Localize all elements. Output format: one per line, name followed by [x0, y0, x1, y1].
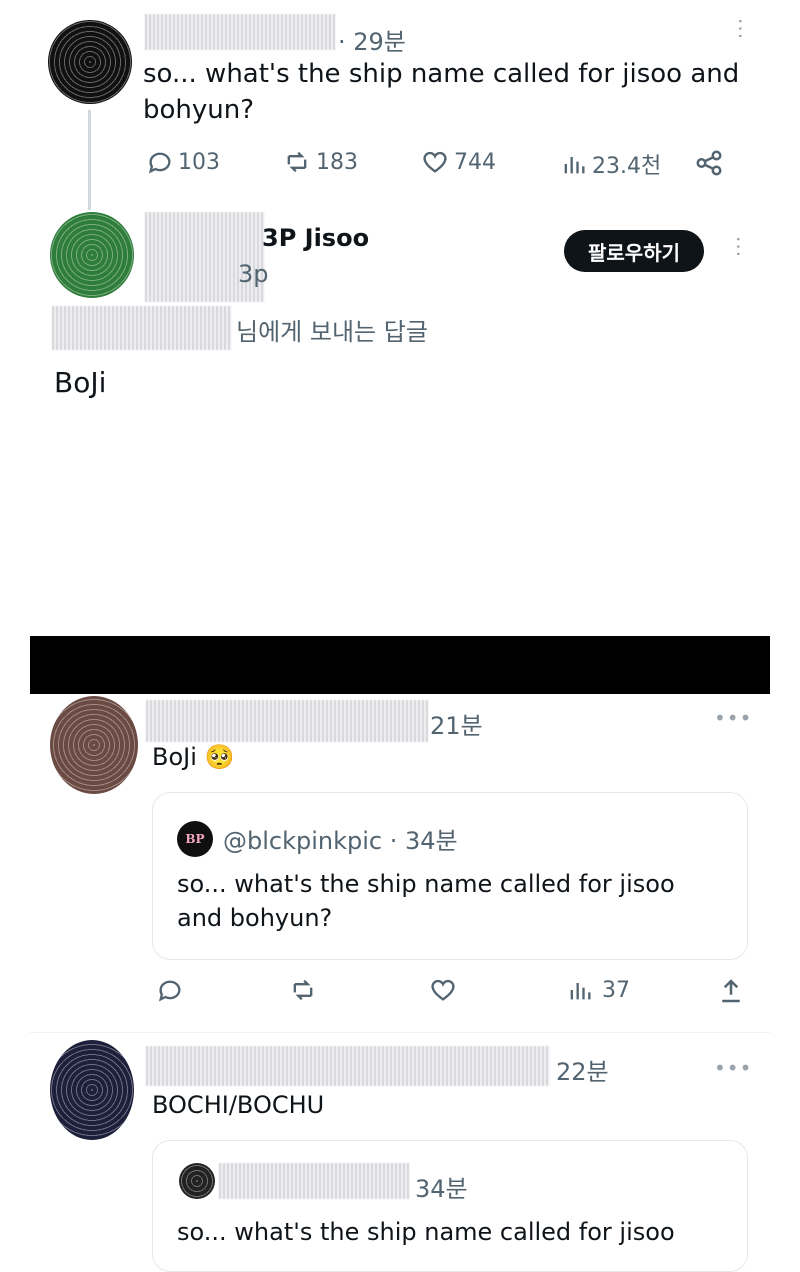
views-action[interactable]: 23.4천	[560, 148, 661, 180]
views-icon	[570, 983, 591, 1000]
quoted-time: 34분	[415, 1175, 468, 1203]
avatar[interactable]	[48, 20, 132, 104]
username-blurred	[219, 1163, 409, 1199]
retweet-action[interactable]	[288, 976, 318, 1004]
share-action[interactable]	[716, 976, 746, 1006]
views-icon	[564, 157, 585, 174]
retweet-action[interactable]: 183	[282, 148, 358, 176]
avatar[interactable]	[50, 696, 138, 794]
tweet-time: 22분	[556, 1058, 609, 1086]
thread-line	[88, 110, 91, 210]
more-options-icon[interactable]: •••	[714, 1056, 752, 1080]
follow-button[interactable]: 팔로우하기	[564, 230, 704, 272]
quoted-text: so... what's the ship name called for ji…	[177, 870, 675, 932]
tweet-text: so... what's the ship name called for ji…	[143, 59, 740, 125]
like-action[interactable]: 744	[420, 148, 496, 176]
redaction-bar	[30, 636, 770, 694]
more-options-icon[interactable]: ···	[728, 18, 752, 40]
views-count: 23.4천	[592, 154, 662, 179]
tweet-text: BoJi 🥺	[152, 743, 235, 771]
avatar[interactable]	[50, 212, 134, 298]
reply-target-blurred	[52, 306, 232, 350]
quoted-text: so... what's the ship name called for ji…	[177, 1218, 675, 1246]
tweet-divider	[30, 1032, 770, 1033]
quoted-tweet-card[interactable]: BP @blckpinkpic · 34분 so... what's the s…	[152, 792, 748, 960]
like-action[interactable]	[428, 976, 458, 1004]
reply-count: 103	[178, 149, 220, 175]
more-options-icon[interactable]: ···	[726, 236, 750, 258]
views-action[interactable]: 37	[566, 976, 630, 1004]
reply-icon	[158, 980, 181, 1002]
retweet-count: 183	[316, 149, 358, 175]
more-options-icon[interactable]: •••	[714, 706, 752, 730]
tweet-time: · 29분	[338, 28, 406, 56]
retweet-icon	[287, 151, 307, 173]
heart-icon	[431, 979, 455, 1001]
upload-icon	[722, 979, 740, 1003]
tweet-text: BOCHI/BOCHU	[152, 1091, 325, 1119]
quoted-tweet-card[interactable]: 34분 so... what's the ship name called fo…	[152, 1140, 748, 1272]
share-icon	[696, 150, 722, 176]
reply-icon	[148, 152, 171, 174]
share-action[interactable]	[694, 148, 724, 178]
reply-action[interactable]	[156, 976, 184, 1004]
bp-avatar: BP	[177, 821, 213, 857]
reply-action[interactable]: 103	[146, 148, 220, 176]
avatar[interactable]	[50, 1040, 134, 1140]
views-count: 37	[602, 977, 630, 1003]
username-blurred	[146, 1046, 550, 1086]
username-blurred	[145, 14, 335, 50]
user-name[interactable]: 3P Jisoo	[262, 224, 369, 252]
tweet-time: 21분	[430, 712, 483, 740]
heart-icon	[423, 151, 447, 173]
reply-text: BoJi	[54, 366, 107, 399]
user-handle: 3p	[238, 260, 269, 288]
username-blurred	[145, 212, 265, 302]
reply-to-label: 님에게 보내는 답글	[236, 318, 428, 346]
quoted-handle-time: @blckpinkpic · 34분	[223, 827, 458, 855]
bp-logo-text: BP	[185, 832, 205, 846]
username-blurred	[146, 700, 428, 742]
retweet-icon	[293, 979, 313, 1001]
avatar	[179, 1163, 215, 1199]
like-count: 744	[454, 149, 496, 175]
